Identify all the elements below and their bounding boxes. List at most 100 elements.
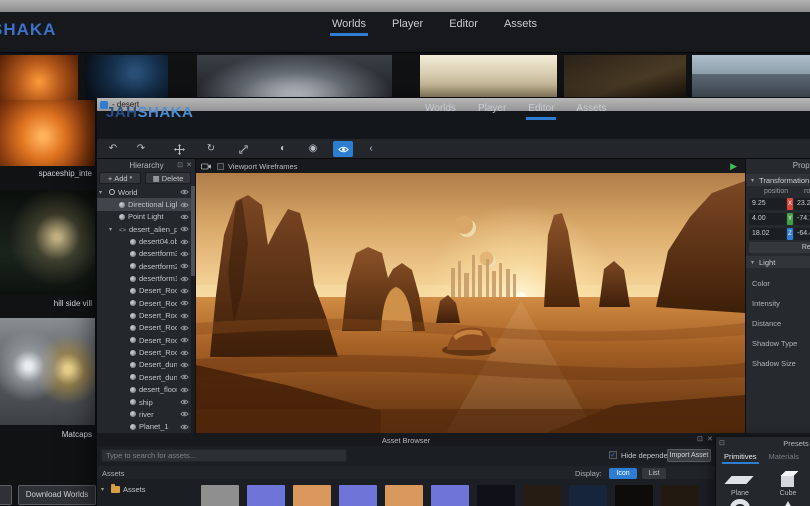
reset-button[interactable]: Reset [749, 242, 810, 253]
position-y-field[interactable]: 4.00 [749, 213, 786, 225]
close-icon[interactable]: ✕ [186, 162, 192, 169]
hierarchy-row[interactable]: ▾ Desert_Rock4 [97, 322, 192, 334]
expander-caret-icon[interactable]: ▾ [109, 226, 116, 233]
visibility-eye-icon[interactable] [180, 263, 189, 269]
visibility-eye-icon[interactable] [180, 387, 189, 393]
world-thumbnail[interactable] [420, 55, 557, 97]
visibility-eye-icon[interactable] [180, 251, 189, 257]
global-space-icon[interactable]: ◐ [273, 141, 293, 157]
hierarchy-row[interactable]: ▾ Directional Light [97, 198, 192, 210]
hierarchy-scrollbar-thumb[interactable] [191, 186, 195, 276]
hierarchy-row[interactable]: ▾ desert_floor [97, 384, 192, 396]
visibility-eye-icon[interactable] [180, 214, 189, 220]
preset-torus-icon[interactable] [730, 499, 750, 506]
primitive-item[interactable]: Plane [716, 468, 764, 497]
asset-thumbnail[interactable] [339, 485, 377, 506]
hierarchy-row[interactable]: ▾ river [97, 408, 192, 420]
hierarchy-row[interactable]: ▾ Desert_Rock2 [97, 346, 192, 358]
viewport-3d-scene[interactable] [196, 173, 745, 433]
visibility-eye-icon[interactable] [180, 288, 189, 294]
hierarchy-row[interactable]: ▾ desertform1 [97, 272, 192, 284]
popout-icon[interactable]: ⊡ [697, 436, 703, 443]
asset-thumbnail[interactable] [661, 485, 699, 506]
hierarchy-row[interactable]: ▾ Desert_Rock5 [97, 309, 192, 321]
hierarchy-row[interactable]: ▾ Desert_Rock1.1 [97, 297, 192, 309]
position-x-field[interactable]: 9.25 [749, 198, 786, 210]
tab-materials[interactable]: Materials [769, 452, 799, 464]
assets-folder-item[interactable]: ▾ Assets [101, 485, 146, 494]
close-icon[interactable]: ✕ [707, 436, 713, 443]
play-icon[interactable]: ▶ [730, 162, 737, 171]
visibility-eye-icon[interactable] [180, 350, 189, 356]
asset-search-input[interactable] [101, 449, 347, 462]
collapse-chevron-icon[interactable]: ‹ [361, 141, 381, 157]
visibility-eye-icon[interactable] [180, 424, 189, 430]
expander-caret-icon[interactable]: ▾ [99, 189, 106, 196]
visibility-eye-icon[interactable] [180, 362, 189, 368]
asset-thumbnail[interactable] [615, 485, 653, 506]
translate-icon[interactable] [169, 141, 189, 157]
world-thumbnail[interactable] [692, 55, 810, 97]
popout-icon[interactable]: ⊡ [177, 162, 183, 169]
visibility-eye-icon[interactable] [333, 141, 353, 157]
light-section-header[interactable]: ▾ Light [746, 256, 810, 268]
asset-thumbnail[interactable] [431, 485, 469, 506]
world-thumbnail[interactable] [564, 55, 686, 97]
visibility-eye-icon[interactable] [180, 313, 189, 319]
undo-icon[interactable]: ↶ [103, 141, 123, 157]
visibility-eye-icon[interactable] [180, 399, 189, 405]
asset-thumbnail[interactable] [385, 485, 423, 506]
hierarchy-row[interactable]: ▾ World [97, 186, 192, 198]
visibility-eye-icon[interactable] [180, 300, 189, 306]
tab-assets[interactable]: Assets [576, 103, 606, 120]
asset-thumbnail[interactable] [477, 485, 515, 506]
visibility-eye-icon[interactable] [180, 189, 189, 195]
asset-thumbnail[interactable] [247, 485, 285, 506]
download-worlds-button[interactable]: Download Worlds [18, 485, 96, 505]
scale-icon[interactable] [233, 141, 253, 157]
visibility-eye-icon[interactable] [180, 239, 189, 245]
visibility-eye-icon[interactable] [180, 374, 189, 380]
display-list-toggle[interactable]: List [642, 468, 666, 479]
tab-player[interactable]: Player [478, 103, 506, 120]
wireframes-checkbox[interactable] [217, 163, 224, 170]
hierarchy-row[interactable]: ▾ Planet_1 [97, 421, 192, 433]
hide-dependencies-checkbox[interactable]: ✓ [609, 451, 617, 459]
hierarchy-row[interactable]: ▾ Desert_dune3 [97, 359, 192, 371]
preset-cone-icon[interactable] [779, 501, 797, 506]
tab-worlds[interactable]: Worlds [425, 103, 456, 120]
rotation-z-field[interactable]: -64.4 [794, 228, 810, 240]
transformation-section-header[interactable]: ▾ Transformation [746, 174, 810, 186]
hierarchy-row[interactable]: ▾ desertform3 [97, 248, 192, 260]
tab-worlds[interactable]: Worlds [332, 18, 366, 36]
hierarchy-row[interactable]: ▾ desert_alien_planet [97, 223, 192, 235]
import-asset-button[interactable]: Import Asset [667, 449, 711, 462]
world-thumbnail-village[interactable] [0, 190, 95, 295]
back-window-titlebar[interactable] [0, 0, 810, 12]
hierarchy-row[interactable]: ▾ Desert_Rock3 [97, 334, 192, 346]
delete-object-button[interactable]: ▦Delete [145, 172, 191, 184]
rotate-icon[interactable]: ↻ [201, 141, 221, 157]
tab-assets[interactable]: Assets [504, 18, 537, 36]
world-thumbnail[interactable] [197, 55, 392, 97]
visibility-eye-icon[interactable] [180, 411, 189, 417]
visibility-eye-icon[interactable] [180, 325, 189, 331]
tab-editor[interactable]: Editor [528, 103, 554, 120]
position-z-field[interactable]: 18.02 [749, 228, 786, 240]
redo-icon[interactable]: ↷ [131, 141, 151, 157]
world-thumbnail-spaceship[interactable] [0, 100, 95, 166]
expander-caret-icon[interactable]: ▾ [101, 486, 108, 493]
visibility-eye-icon[interactable] [180, 276, 189, 282]
rotation-y-field[interactable]: -74.7 [794, 213, 810, 225]
asset-thumbnail[interactable] [201, 485, 239, 506]
asset-thumbnail[interactable] [523, 485, 561, 506]
hierarchy-row[interactable]: ▾ desertform2 [97, 260, 192, 272]
tab-primitives[interactable]: Primitives [724, 452, 757, 464]
display-icon-toggle[interactable]: Icon [609, 468, 637, 479]
add-object-button[interactable]: +Add▾ [99, 172, 141, 184]
hierarchy-row[interactable]: ▾ Desert_dune1 [97, 371, 192, 383]
visibility-eye-icon[interactable] [180, 226, 189, 232]
hierarchy-row[interactable]: ▾ Point Light [97, 211, 192, 223]
world-thumbnail-matcaps[interactable] [0, 318, 95, 425]
primitive-item[interactable]: Cube [764, 468, 810, 497]
